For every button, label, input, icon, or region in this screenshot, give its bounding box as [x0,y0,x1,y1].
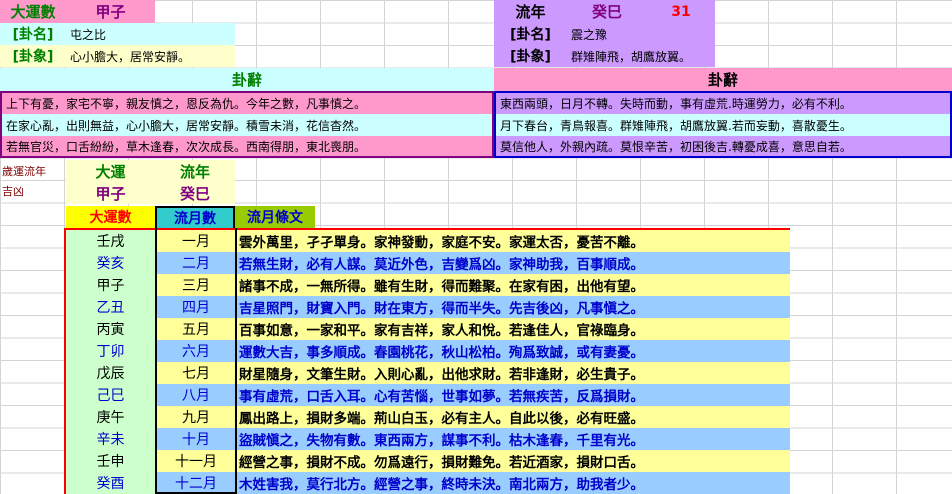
side-dayun-value: 甲子 [66,182,155,204]
left-ci-title: 卦辭 [0,68,494,91]
row-month: 五月 [155,318,237,340]
row-ganzhi: 丁卯 [66,340,155,362]
side-fortune-line2: 吉凶 [2,185,24,198]
liunian-value: 癸巳 [567,0,647,23]
left-ci-line: 在家心亂，出則無益，心小膽大，居常安靜。積雪未消，花信杳然。 [2,114,492,136]
row-text: 運數大吉，事多順成。春園桃花，秋山松柏。殉爲致誠，或有妻憂。 [237,340,790,362]
table-row: 癸亥 二月 若無生財，必有人謀。莫近外色，吉變爲凶。家神助我，百事順成。 [66,252,790,274]
row-text: 事有虛荒，口舌入耳。心有苦惱，世事如夢。若無疾苦，反爲損財。 [237,384,790,406]
table-row: 丁卯 六月 運數大吉，事多順成。春園桃花，秋山松柏。殉爲致誠，或有妻憂。 [66,340,790,362]
table-row: 辛未 十月 盜賊愼之，失物有數。東西兩方，謀事不利。枯木逢春，千里有光。 [66,428,790,450]
row-text: 諸事不成，一無所得。雖有生財，得而難聚。在家有困，出他有望。 [237,274,790,296]
table-rows: 壬戌 一月 雲外萬里，孑孑單身。家神發動，家庭不安。家運太否，憂苦不離。 癸亥 二月 若無… [66,230,790,494]
row-month: 六月 [155,340,237,362]
row-month: 八月 [155,384,237,406]
left-gua-name-label: [卦名] [0,23,66,45]
row-text: 百事如意，一家和平。家有吉祥，家人和悅。若逢佳人，官祿臨身。 [237,318,790,340]
left-gua-name: 屯之比 [66,23,235,45]
row-text: 雲外萬里，孑孑單身。家神發動，家庭不安。家運太否，憂苦不離。 [237,230,790,252]
row-text: 木姓害我，莫行北方。經營之事，終時未決。南北兩方，助我者少。 [237,472,790,494]
left-ci-line: 上下有憂，家宅不寧，親友慎之，恩反為仇。今年之數，凡事慎之。 [2,93,492,114]
table-row: 壬戌 一月 雲外萬里，孑孑單身。家神發動，家庭不安。家運太否，憂苦不離。 [66,230,790,252]
row-month: 十二月 [155,472,237,494]
row-ganzhi: 癸酉 [66,472,155,494]
right-ci-line: 莫信他人，外親內疏。莫恨辛苦，初困後吉.轉憂成喜，意思自若。 [496,136,950,156]
side-fortune-line1: 歲運流年 [2,165,46,178]
right-ci-line: 東西兩頭，日月不轉。失時而動，事有虛荒.時運勞力，必有不利。 [496,93,950,114]
row-ganzhi: 壬戌 [66,230,155,252]
table-row: 庚午 九月 鳳出路上，損財多端。荊山白玉，必有主人。自此以後，必有旺盛。 [66,406,790,428]
row-ganzhi: 庚午 [66,406,155,428]
left-gua-image-label: [卦象] [0,45,66,67]
left-ci-line: 若無官災，口舌紛紛，草木逢春，次次成長。西南得朋，東北喪朋。 [2,136,492,156]
row-ganzhi: 己巳 [66,384,155,406]
row-ganzhi: 戊辰 [66,362,155,384]
row-month: 九月 [155,406,237,428]
table-row: 乙丑 四月 吉星照門，財寶入門。財在東方，得而半失。先吉後凶，凡事愼之。 [66,296,790,318]
dayun-label: 大運數 [0,0,66,23]
table-row: 甲子 三月 諸事不成，一無所得。雖有生財，得而難聚。在家有困，出他有望。 [66,274,790,296]
liunian-age: 31 [647,0,715,23]
row-ganzhi: 丙寅 [66,318,155,340]
row-month: 四月 [155,296,237,318]
row-text: 吉星照門，財寶入門。財在東方，得而半失。先吉後凶，凡事愼之。 [237,296,790,318]
row-month: 七月 [155,362,237,384]
table-row: 丙寅 五月 百事如意，一家和平。家有吉祥，家人和悅。若逢佳人，官祿臨身。 [66,318,790,340]
row-ganzhi: 乙丑 [66,296,155,318]
left-ci-box: 上下有憂，家宅不寧，親友慎之，恩反為仇。今年之數，凡事慎之。 在家心亂，出則無益… [0,91,494,158]
monthly-table: 壬戌 一月 雲外萬里，孑孑單身。家神發動，家庭不安。家運太否，憂苦不離。 癸亥 二月 若無… [64,228,790,494]
row-ganzhi: 壬申 [66,450,155,472]
header-dayun-shu: 大運數 [66,206,155,228]
row-text: 盜賊愼之，失物有數。東西兩方，謀事不利。枯木逢春，千里有光。 [237,428,790,450]
row-month: 十一月 [155,450,237,472]
row-text: 經營之事，損財不成。勿爲遠行，損財難免。若近酒家，損財口舌。 [237,450,790,472]
right-ci-box: 東西兩頭，日月不轉。失時而動，事有虛荒.時運勞力，必有不利。 月下春台，青鳥報喜… [494,91,952,158]
table-row: 癸酉 十二月 木姓害我，莫行北方。經營之事，終時未決。南北兩方，助我者少。 [66,472,790,494]
row-ganzhi: 辛未 [66,428,155,450]
side-fortune-label: 歲運流年 吉凶 [2,162,64,206]
table-row: 壬申 十一月 經營之事，損財不成。勿爲遠行，損財難免。若近酒家，損財口舌。 [66,450,790,472]
row-month: 二月 [155,252,237,274]
row-text: 財星隨身，文筆生財。入則心亂，出他求財。若非逢財，必生貴子。 [237,362,790,384]
row-month: 一月 [155,230,237,252]
header-liuyue-shu: 流月數 [155,206,235,228]
row-text: 鳳出路上，損財多端。荊山白玉，必有主人。自此以後，必有旺盛。 [237,406,790,428]
right-gua-name: 震之豫 [567,23,715,45]
row-month: 十月 [155,428,237,450]
table-row: 戊辰 七月 財星隨身，文筆生財。入則心亂，出他求財。若非逢財，必生貴子。 [66,362,790,384]
side-dayun-label: 大運 [66,160,155,182]
right-ci-title: 卦辭 [494,68,952,91]
dayun-value: 甲子 [66,0,155,23]
side-liunian-label: 流年 [155,160,235,182]
right-gua-image-label: [卦象] [494,45,567,67]
row-text: 若無生財，必有人謀。莫近外色，吉變爲凶。家神助我，百事順成。 [237,252,790,274]
row-ganzhi: 甲子 [66,274,155,296]
row-ganzhi: 癸亥 [66,252,155,274]
left-gua-image: 心小膽大，居常安靜。 [66,45,235,67]
table-row: 己巳 八月 事有虛荒，口舌入耳。心有苦惱，世事如夢。若無疾苦，反爲損財。 [66,384,790,406]
right-ci-line: 月下春台，青鳥報喜。群雉陣飛，胡鷹放翼.若而妄動，喜散憂生。 [496,114,950,136]
liunian-label: 流年 [494,0,567,23]
side-liunian-value: 癸巳 [155,182,235,204]
header-liuyue-tiaowen: 流月條文 [235,206,315,228]
row-month: 三月 [155,274,237,296]
right-gua-name-label: [卦名] [494,23,567,45]
right-gua-image: 群雉陣飛，胡鷹放翼。 [567,45,715,67]
